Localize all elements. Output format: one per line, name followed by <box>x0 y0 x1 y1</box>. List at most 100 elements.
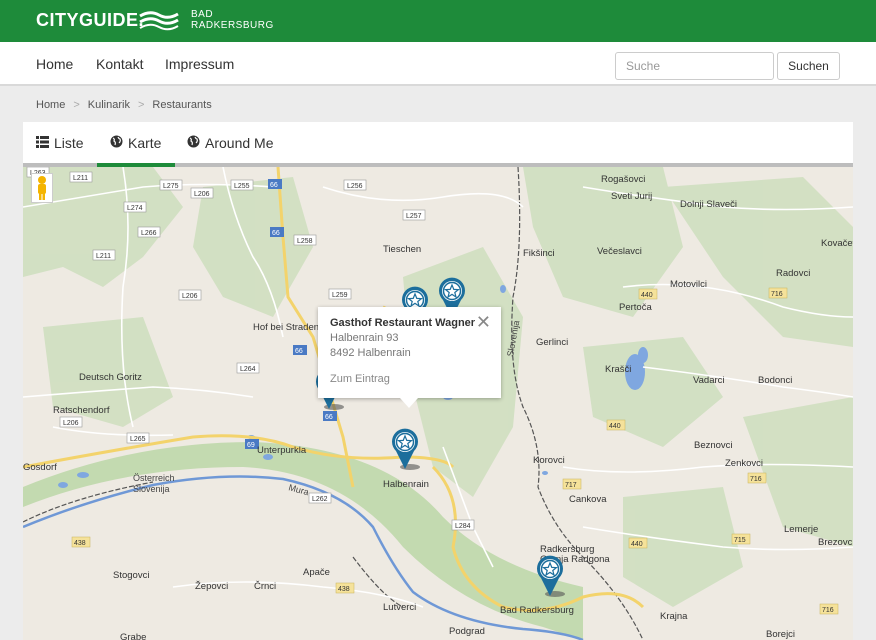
svg-text:L206: L206 <box>182 293 198 300</box>
svg-text:66: 66 <box>272 230 280 237</box>
svg-text:Ratschendorf: Ratschendorf <box>53 405 110 416</box>
svg-text:L284: L284 <box>455 523 471 530</box>
svg-text:Slovenija: Slovenija <box>133 484 170 494</box>
svg-text:L211: L211 <box>96 253 111 260</box>
svg-text:66: 66 <box>295 348 303 355</box>
svg-text:L274: L274 <box>127 205 143 212</box>
svg-text:L258: L258 <box>297 238 313 245</box>
svg-text:Vadarci: Vadarci <box>693 375 725 386</box>
cityguide-logo[interactable]: CITYGUIDE. <box>36 10 144 31</box>
tab-liste[interactable]: Liste <box>36 122 98 167</box>
svg-text:Krajna: Krajna <box>660 611 688 622</box>
tab-liste-label: Liste <box>54 135 84 151</box>
svg-text:L265: L265 <box>130 436 146 443</box>
city-name: BAD RADKERSBURG <box>191 9 274 31</box>
svg-text:Tieschen: Tieschen <box>383 244 421 255</box>
globe-icon <box>187 135 201 151</box>
svg-text:438: 438 <box>74 540 86 547</box>
svg-text:Lemerje: Lemerje <box>784 524 818 535</box>
breadcrumb-restaurants[interactable]: Restaurants <box>152 99 211 111</box>
svg-text:Deutsch Goritz: Deutsch Goritz <box>79 372 142 383</box>
map-canvas[interactable]: L263 L211 L275 L255 L256 L206 L274 L257 … <box>23 167 853 640</box>
search-button[interactable]: Suchen <box>777 52 840 80</box>
svg-text:Črnci: Črnci <box>254 581 276 592</box>
svg-text:Podgrad: Podgrad <box>449 626 485 637</box>
svg-text:440: 440 <box>641 292 653 299</box>
city-line1: BAD <box>191 9 214 20</box>
svg-text:Korovci: Korovci <box>533 455 565 466</box>
svg-text:L256: L256 <box>347 183 363 190</box>
svg-text:L275: L275 <box>163 183 179 190</box>
svg-text:L259: L259 <box>332 292 348 299</box>
svg-text:Borejci: Borejci <box>766 629 795 640</box>
globe-icon <box>110 135 124 151</box>
tab-karte[interactable]: Karte <box>97 122 175 167</box>
svg-text:Dolnji Slaveči: Dolnji Slaveči <box>680 199 737 210</box>
svg-text:Apače: Apače <box>303 567 330 578</box>
nav-home[interactable]: Home <box>36 56 73 72</box>
svg-text:Bodonci: Bodonci <box>758 375 792 386</box>
restaurant-marker[interactable] <box>533 554 567 598</box>
svg-text:Lutverci: Lutverci <box>383 602 416 613</box>
breadcrumb-home[interactable]: Home <box>36 99 65 111</box>
popup-address: Halbenrain 93 <box>330 332 399 344</box>
logo-wave-icon <box>139 11 179 31</box>
list-icon <box>36 136 50 151</box>
svg-text:Hof bei Straden: Hof bei Straden <box>253 322 319 333</box>
city-line2: RADKERSBURG <box>191 20 274 31</box>
nav-kontakt[interactable]: Kontakt <box>96 56 143 72</box>
svg-text:Gosdorf: Gosdorf <box>23 462 57 473</box>
svg-text:L257: L257 <box>406 213 422 220</box>
popup-title: Gasthof Restaurant Wagner <box>330 317 476 329</box>
svg-text:Rogašovci: Rogašovci <box>601 174 645 185</box>
main-navbar: Home Kontakt Impressum Suchen <box>0 42 876 86</box>
svg-text:440: 440 <box>609 423 621 430</box>
svg-text:716: 716 <box>750 476 762 483</box>
svg-text:438: 438 <box>338 586 350 593</box>
view-tabs: Liste Karte Around Me <box>23 122 853 167</box>
pegman-icon <box>38 176 46 200</box>
svg-text:Sveti Jurij: Sveti Jurij <box>611 191 652 202</box>
svg-text:L206: L206 <box>63 420 79 427</box>
svg-text:L266: L266 <box>141 230 157 237</box>
breadcrumb-separator: > <box>73 99 80 111</box>
svg-text:Radovci: Radovci <box>776 268 810 279</box>
map-view[interactable]: L263 L211 L275 L255 L256 L206 L274 L257 … <box>23 167 853 640</box>
svg-text:Cankova: Cankova <box>569 494 607 505</box>
svg-text:Fikšinci: Fikšinci <box>523 248 555 259</box>
svg-text:Beznovci: Beznovci <box>694 440 733 451</box>
svg-text:66: 66 <box>270 182 278 189</box>
breadcrumb: Home > Kulinarik > Restaurants <box>36 99 212 111</box>
info-popup: Gasthof Restaurant Wagner Halbenrain 93 … <box>318 307 501 408</box>
svg-text:Österreich: Österreich <box>133 473 175 483</box>
svg-text:L262: L262 <box>312 496 328 503</box>
svg-text:Unterpurkla: Unterpurkla <box>257 445 307 456</box>
breadcrumb-kulinarik[interactable]: Kulinarik <box>88 99 130 111</box>
top-header: CITYGUIDE. BAD RADKERSBURG <box>0 0 876 42</box>
svg-text:716: 716 <box>771 291 783 298</box>
tab-karte-label: Karte <box>128 135 162 151</box>
svg-text:716: 716 <box>822 607 834 614</box>
svg-text:440: 440 <box>631 541 643 548</box>
tab-around-me-label: Around Me <box>205 135 274 151</box>
search-input[interactable] <box>615 52 774 80</box>
svg-text:L211: L211 <box>73 175 88 182</box>
nav-impressum[interactable]: Impressum <box>165 56 234 72</box>
svg-text:Kovačev: Kovačev <box>821 238 853 249</box>
svg-text:L255: L255 <box>234 183 250 190</box>
street-view-pegman[interactable] <box>31 173 53 203</box>
svg-text:Pertoča: Pertoča <box>619 302 652 313</box>
svg-text:Halbenrain: Halbenrain <box>383 479 429 490</box>
tab-around-me[interactable]: Around Me <box>187 122 282 167</box>
restaurant-marker-selected[interactable] <box>388 427 422 471</box>
svg-text:Žepovci: Žepovci <box>195 581 228 592</box>
svg-text:Motovilci: Motovilci <box>670 279 707 290</box>
svg-text:715: 715 <box>734 537 746 544</box>
popup-detail-link[interactable]: Zum Eintrag <box>330 373 489 385</box>
svg-text:Brezovci: Brezovci <box>818 537 853 548</box>
svg-text:Večeslavci: Večeslavci <box>597 246 642 257</box>
svg-text:66: 66 <box>325 414 333 421</box>
close-icon[interactable]: ✕ <box>476 313 491 331</box>
svg-text:L264: L264 <box>240 366 256 373</box>
svg-text:Stogovci: Stogovci <box>113 570 149 581</box>
